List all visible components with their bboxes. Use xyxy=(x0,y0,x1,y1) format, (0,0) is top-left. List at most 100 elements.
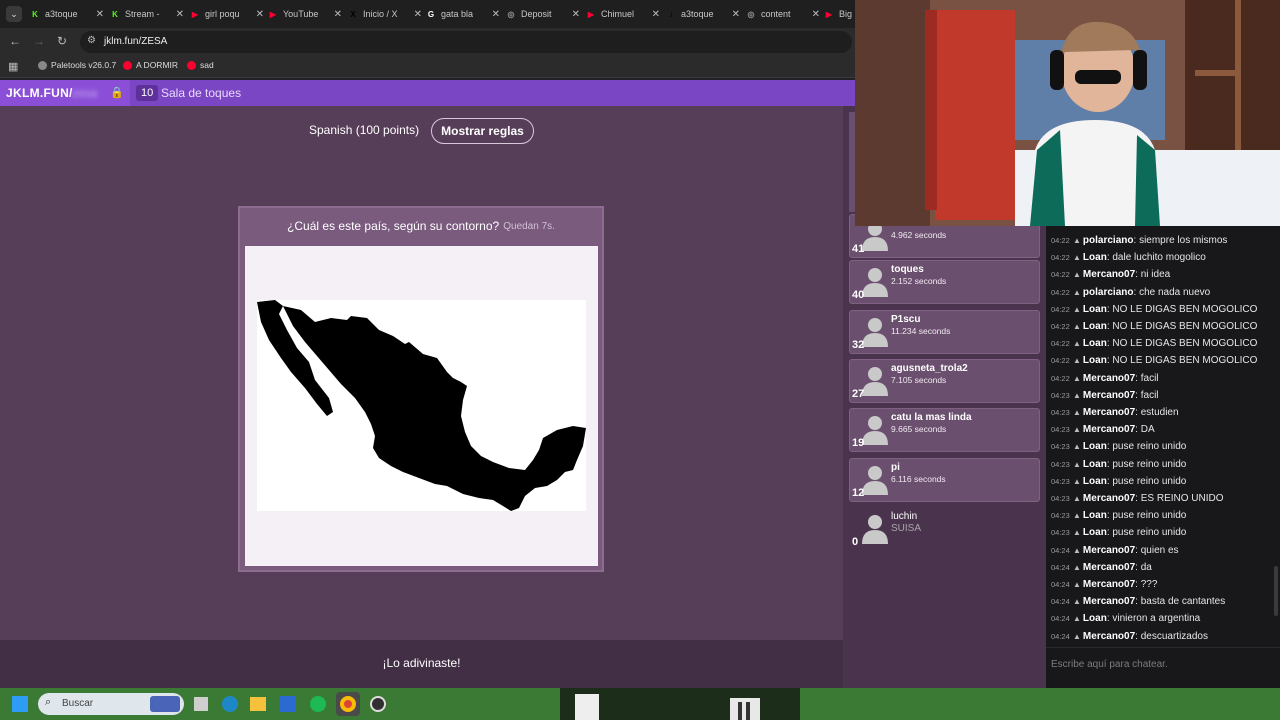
tab-close-icon[interactable]: ✕ xyxy=(414,9,422,20)
chat-username[interactable]: Loan xyxy=(1083,613,1107,624)
player-answer: 6.116 seconds xyxy=(891,474,946,484)
chat-text: NO LE DIGAS BEN MOGOLICO xyxy=(1112,303,1258,315)
chat-username[interactable]: Loan xyxy=(1083,355,1107,366)
windows-start-icon[interactable] xyxy=(12,696,28,712)
apps-grid-icon[interactable]: ▦ xyxy=(8,60,18,73)
chat-username[interactable]: Mercano07 xyxy=(1083,579,1135,590)
tab-favicon-icon: G xyxy=(427,9,435,19)
tab-close-icon[interactable]: ✕ xyxy=(96,9,104,20)
user-icon: ▲ xyxy=(1073,511,1081,521)
tab-close-icon[interactable]: ✕ xyxy=(334,9,342,20)
chat-username[interactable]: Loan xyxy=(1083,304,1107,315)
chat-timestamp: 04:23 xyxy=(1051,390,1070,400)
chat-username[interactable]: Loan xyxy=(1083,441,1107,452)
chat-username[interactable]: Loan xyxy=(1083,252,1107,263)
chat-scrollbar[interactable] xyxy=(1274,566,1278,616)
tab-list-chevron-icon[interactable]: ⌄ xyxy=(6,6,22,22)
player-answer: 7.105 seconds xyxy=(891,375,947,385)
chat-username[interactable]: Mercano07 xyxy=(1083,407,1135,418)
spotify-icon[interactable] xyxy=(310,696,326,712)
chat-username[interactable]: Mercano07 xyxy=(1083,493,1135,504)
browser-tab[interactable]: ◎ content ✕ xyxy=(746,4,821,24)
browser-tab[interactable]: ▶ girl poqu ✕ xyxy=(190,4,264,24)
browser-tab[interactable]: ▶ Chimuel ✕ xyxy=(586,4,660,24)
chat-text: basta de cantantes xyxy=(1140,596,1226,608)
chat-username[interactable]: Mercano07 xyxy=(1083,631,1135,642)
tab-label: Stream - xyxy=(125,9,160,19)
chat-username[interactable]: Loan xyxy=(1083,338,1107,349)
chat-username[interactable]: Mercano07 xyxy=(1083,562,1135,573)
tab-close-icon[interactable]: ✕ xyxy=(652,9,660,20)
chat-username[interactable]: Loan xyxy=(1083,459,1107,470)
tab-label: Chimuel xyxy=(601,9,635,19)
chat-message: 04:23 ▲ Loan: puse reino unido xyxy=(1051,441,1186,452)
chat-message: 04:22 ▲ Mercano07: facil xyxy=(1051,373,1159,384)
player-name: catu la mas linda xyxy=(891,412,972,423)
tab-label: content xyxy=(761,9,791,19)
taskbar-search[interactable]: ⌕ Buscar xyxy=(38,693,184,715)
user-icon: ▲ xyxy=(1073,528,1081,538)
tab-close-icon[interactable]: ✕ xyxy=(176,9,184,20)
globe-icon xyxy=(38,60,47,70)
chat-username[interactable]: Mercano07 xyxy=(1083,390,1135,401)
taskbar-search-placeholder: Buscar xyxy=(62,698,94,709)
bookmark-a-dormir[interactable]: A DORMIR xyxy=(123,60,178,70)
chat-username[interactable]: polarciano xyxy=(1083,287,1134,298)
bookmark-paletools[interactable]: Paletools v26.0.7 xyxy=(38,60,116,70)
chat-text: quien es xyxy=(1140,544,1179,556)
url-field[interactable]: ⚙ jklm.fun/ZESA xyxy=(80,31,852,53)
browser-tab[interactable]: ▶ Big xyxy=(824,4,854,24)
browser-tab[interactable]: Ggata bla ✕ xyxy=(426,4,500,24)
chat-input[interactable]: Escribe aquí para chatear. xyxy=(1046,647,1280,688)
bookmark-sad[interactable]: sad xyxy=(187,60,214,70)
chat-timestamp: 04:22 xyxy=(1051,287,1070,297)
browser-tab[interactable]: Ka3toque ✕ xyxy=(30,4,104,24)
tab-label: YouTube xyxy=(283,9,319,19)
file-explorer-icon[interactable] xyxy=(250,697,266,711)
chat-text: ES REINO UNIDO xyxy=(1140,493,1224,504)
quiz-card: ¿Cuál es este país, según su contorno? Q… xyxy=(238,206,604,572)
site-brand[interactable]: JKLM.FUN/ xyxy=(6,86,73,100)
browser-tab[interactable]: X Inicio / X ✕ xyxy=(348,4,422,24)
chat-username[interactable]: Loan xyxy=(1083,476,1107,487)
chat-username[interactable]: Loan xyxy=(1083,527,1107,538)
back-icon[interactable]: ← xyxy=(9,34,21,48)
player-card: 27 agusneta_trola2 7.105 seconds xyxy=(849,359,1040,403)
chat-username[interactable]: Mercano07 xyxy=(1083,269,1135,280)
chat-username[interactable]: Loan xyxy=(1083,321,1107,332)
forward-icon[interactable]: → xyxy=(33,34,45,48)
chat-message: 04:22 ▲ Mercano07: ni idea xyxy=(1051,269,1170,280)
chat-username[interactable]: Mercano07 xyxy=(1083,596,1135,607)
chat-timestamp: 04:22 xyxy=(1051,270,1070,280)
browser-tab[interactable]: K Stream - ✕ xyxy=(110,4,184,24)
chat-username[interactable]: Mercano07 xyxy=(1083,424,1135,435)
store-icon[interactable] xyxy=(280,696,296,712)
tab-close-icon[interactable]: ✕ xyxy=(812,9,820,20)
show-rules-button[interactable]: Mostrar reglas xyxy=(431,118,534,144)
room-code-masked: zesa xyxy=(72,86,98,100)
browser-tab[interactable]: ♪ a3toque ✕ xyxy=(666,4,740,24)
question-text: ¿Cuál es este país, según su contorno? xyxy=(287,219,500,233)
player-score: 32 xyxy=(852,339,865,351)
chat-username[interactable]: Loan xyxy=(1083,510,1107,521)
task-view-icon[interactable] xyxy=(194,697,208,711)
edge-icon[interactable] xyxy=(222,696,238,712)
question-row: ¿Cuál es este país, según su contorno? Q… xyxy=(240,208,602,244)
site-info-icon[interactable]: ⚙ xyxy=(87,35,96,46)
chat-text: puse reino unido xyxy=(1112,527,1187,539)
tab-close-icon[interactable]: ✕ xyxy=(256,9,264,20)
tab-close-icon[interactable]: ✕ xyxy=(732,9,740,20)
chat-timestamp: 04:24 xyxy=(1051,597,1070,607)
tab-close-icon[interactable]: ✕ xyxy=(572,9,580,20)
browser-tab[interactable]: ▶ YouTube ✕ xyxy=(268,4,342,24)
chat-username[interactable]: Mercano07 xyxy=(1083,545,1135,556)
obs-icon[interactable] xyxy=(370,696,386,712)
reload-icon[interactable]: ↻ xyxy=(57,34,67,48)
tab-favicon-icon: ◎ xyxy=(747,9,755,19)
youtube-icon xyxy=(187,60,196,70)
browser-tab[interactable]: ◎ Deposit ✕ xyxy=(506,4,581,24)
map-canvas xyxy=(257,300,586,511)
chat-username[interactable]: polarciano xyxy=(1083,235,1134,246)
tab-close-icon[interactable]: ✕ xyxy=(492,9,500,20)
chat-username[interactable]: Mercano07 xyxy=(1083,373,1135,384)
